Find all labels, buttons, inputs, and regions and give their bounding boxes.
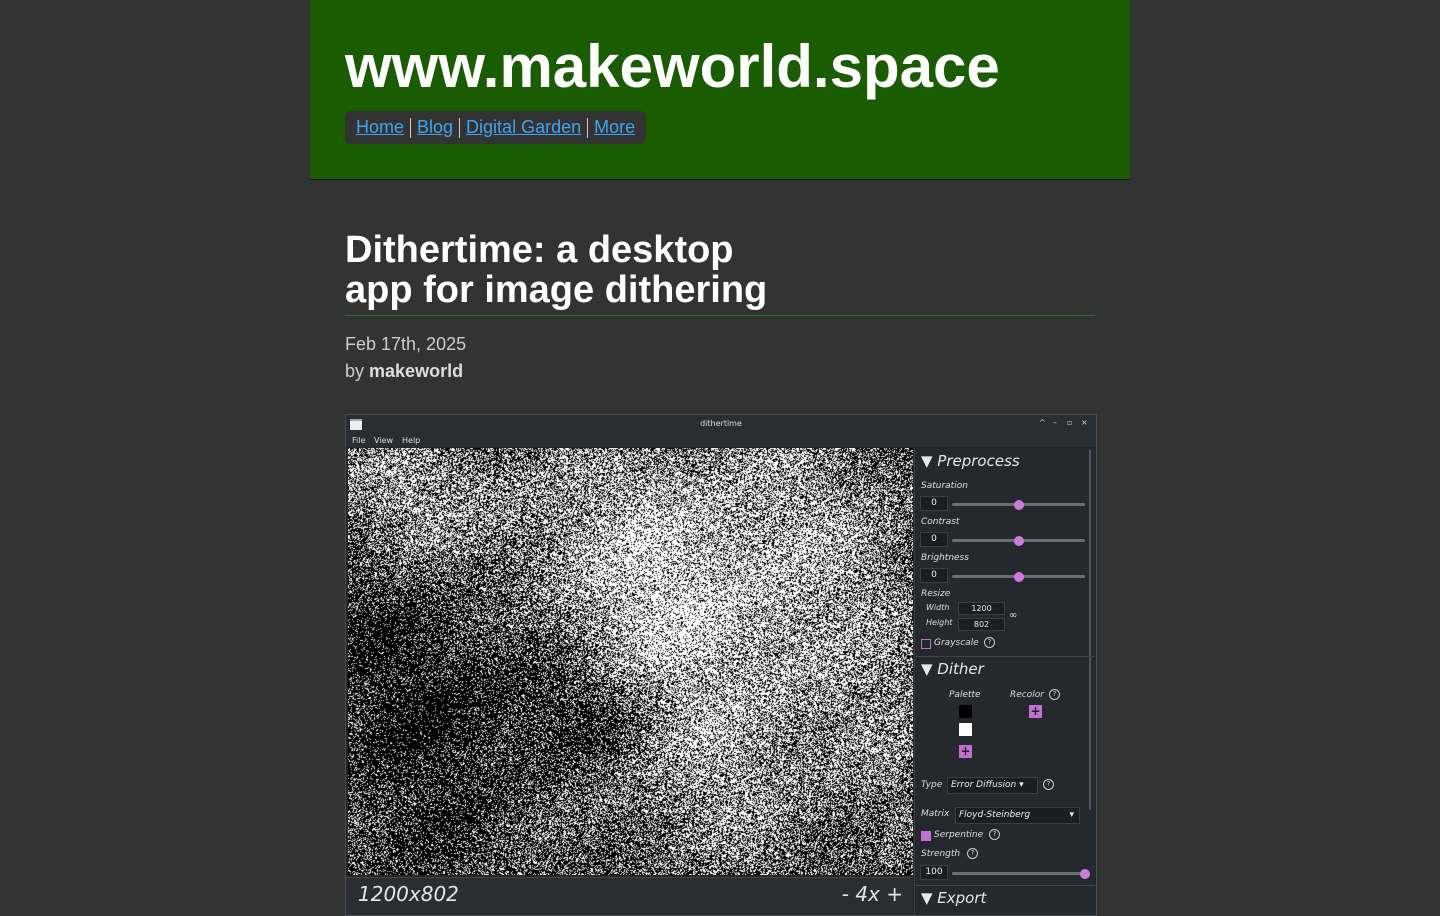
panel-scrollbar [1089, 450, 1091, 810]
chevron-down-icon: ▾ [1019, 780, 1024, 790]
saturation-label: Saturation [921, 481, 968, 491]
width-label: Width [926, 603, 950, 612]
close-icon: × [1081, 418, 1088, 427]
app-window-title: dithertime [700, 419, 742, 428]
nav-more-link[interactable]: More [594, 117, 635, 138]
nav-separator [459, 117, 461, 138]
post-author: makeworld [369, 361, 464, 381]
site-header: www.makeworld.space Home Blog Digital Ga… [310, 0, 1130, 180]
post-title-line1: Dithertime: a desktop [345, 229, 734, 271]
grayscale-checkbox [921, 639, 931, 649]
serpentine-label: Serpentine [934, 830, 984, 840]
height-field: 802 [958, 618, 1005, 631]
recolor-label: Recolor [1010, 690, 1044, 700]
nav-blog-link[interactable]: Blog [417, 117, 453, 138]
app-statusbar: 1200x802 - 4x + [346, 877, 913, 915]
dithered-image [348, 448, 913, 875]
matrix-label: Matrix [921, 809, 950, 819]
link-icon: ∞ [1009, 610, 1018, 621]
add-palette-color-icon: + [959, 744, 972, 758]
type-help-icon: ? [1043, 779, 1054, 790]
contrast-slider-knob [1013, 536, 1024, 546]
restore-icon: ▫ [1067, 418, 1073, 427]
brightness-slider-knob [1013, 572, 1024, 582]
saturation-value: 0 [920, 496, 948, 511]
strength-value: 100 [920, 865, 948, 880]
brightness-value: 0 [920, 568, 948, 583]
palette-label: Palette [949, 690, 981, 700]
contrast-value: 0 [920, 532, 948, 547]
serpentine-help-icon: ? [989, 829, 1000, 840]
image-dimensions: 1200x802 [358, 882, 459, 906]
export-heading: ▼ Export [921, 889, 987, 907]
settings-panel: ▼ Preprocess Saturation 0 Contrast 0 Bri… [914, 448, 1095, 915]
matrix-dropdown-value: Floyd-Steinberg [959, 810, 1031, 820]
recolor-help-icon: ? [1049, 689, 1060, 700]
palette-swatch-black [959, 705, 972, 718]
site-title[interactable]: www.makeworld.space [345, 32, 1000, 101]
title-divider [345, 315, 1095, 316]
site-nav: Home Blog Digital Garden More [345, 111, 647, 144]
contrast-label: Contrast [921, 517, 960, 527]
zoom-control: - 4x + [841, 882, 903, 906]
strength-help-icon: ? [967, 848, 978, 859]
section-divider [915, 885, 1095, 886]
resize-label: Resize [921, 589, 951, 599]
post-date: Feb 17th, 2025 [345, 334, 467, 354]
nav-separator [410, 117, 412, 138]
app-menubar: File View Help [346, 433, 1096, 447]
post-title-line2: app for image dithering [345, 269, 768, 311]
serpentine-checkbox [921, 831, 931, 841]
app-screenshot: dithertime ^ – ▫ × File View Help 1200x8… [345, 414, 1097, 916]
post-title: Dithertime: a desktop app for image dith… [345, 230, 845, 310]
strength-slider [952, 872, 1085, 875]
by-label: by [345, 361, 365, 381]
saturation-slider-knob [1013, 500, 1024, 510]
post-byline: by makeworld [345, 361, 463, 382]
preprocess-heading: ▼ Preprocess [921, 452, 1020, 470]
app-titlebar: dithertime ^ – ▫ × [346, 415, 1096, 433]
strength-label: Strength [921, 849, 961, 859]
section-divider [915, 656, 1095, 657]
strength-slider-knob [1080, 869, 1090, 879]
grayscale-label: Grayscale [934, 638, 979, 648]
nav-separator [587, 117, 589, 138]
height-label: Height [926, 618, 953, 627]
type-dropdown-value: Error Diffusion [951, 780, 1017, 790]
nav-home-link[interactable]: Home [356, 117, 404, 138]
type-label: Type [921, 780, 943, 790]
menu-view: View [374, 436, 393, 445]
matrix-dropdown: Floyd-Steinberg ▾ [955, 807, 1080, 824]
brightness-label: Brightness [921, 553, 969, 563]
palette-swatch-white [959, 723, 972, 736]
menu-file: File [352, 436, 366, 445]
width-field: 1200 [958, 602, 1005, 615]
maximize-up-icon: ^ [1039, 418, 1046, 427]
chevron-down-icon: ▾ [1069, 810, 1074, 820]
menu-help: Help [402, 436, 421, 445]
minimize-icon: – [1053, 418, 1057, 427]
type-dropdown: Error Diffusion ▾ [947, 777, 1038, 794]
add-recolor-icon: + [1029, 704, 1042, 718]
dither-heading: ▼ Dither [921, 660, 984, 678]
nav-digital-garden-link[interactable]: Digital Garden [466, 117, 581, 138]
grayscale-help-icon: ? [984, 637, 995, 648]
